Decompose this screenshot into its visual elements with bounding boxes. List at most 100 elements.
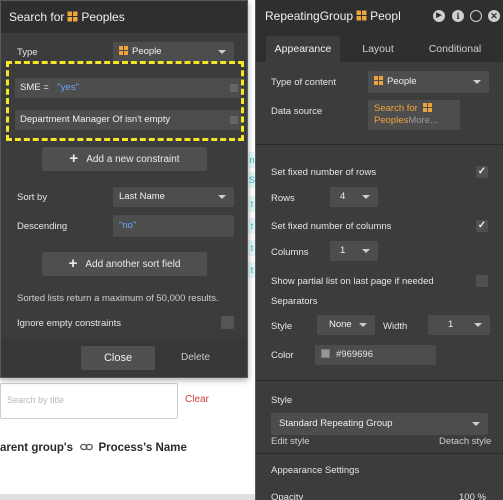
caret-down-icon bbox=[218, 195, 226, 199]
partial-list-label: Show partial list on last page if needed bbox=[271, 276, 434, 287]
partial-list-checkbox[interactable] bbox=[476, 275, 488, 287]
clear-link[interactable]: Clear bbox=[185, 394, 209, 405]
tab-appearance[interactable]: Appearance bbox=[266, 36, 340, 62]
search-constraints-panel: Search for Peoples Type People SME = "yes… bbox=[0, 0, 248, 378]
type-label: Type bbox=[17, 47, 38, 58]
title-prefix: RepeatingGroup bbox=[265, 9, 354, 23]
panel-header[interactable]: Search for Peoples bbox=[1, 1, 247, 33]
canvas-bottom-bar bbox=[0, 494, 255, 500]
columns-dropdown[interactable]: 1 bbox=[330, 241, 378, 261]
separator-style-label: Style bbox=[271, 321, 293, 332]
detach-style-link[interactable]: Detach style bbox=[439, 436, 491, 447]
fixed-rows-checkbox[interactable]: ✓ bbox=[476, 166, 488, 178]
sort-by-label: Sort by bbox=[17, 192, 48, 203]
data-source-expression[interactable]: Search for PeoplesMore... bbox=[368, 100, 460, 130]
style-select-value: Standard Repeating Group bbox=[279, 418, 393, 429]
comment-icon[interactable] bbox=[470, 10, 482, 22]
descending-label: Descending bbox=[17, 221, 68, 232]
highlight-annotation bbox=[6, 61, 244, 141]
property-editor-panel: RepeatingGroup Peopl ▶ i ✕ Appearance Lay… bbox=[255, 0, 503, 500]
rows-label: Rows bbox=[271, 193, 295, 204]
width-label: Width bbox=[383, 321, 408, 332]
edit-style-link[interactable]: Edit style bbox=[271, 436, 310, 447]
opacity-value[interactable]: 100 % bbox=[459, 492, 486, 500]
fixed-cols-label: Set fixed number of columns bbox=[271, 221, 392, 232]
plus-icon: + bbox=[69, 150, 79, 167]
type-of-content-value: People bbox=[387, 76, 417, 87]
width-value: 1 bbox=[448, 319, 454, 330]
plus-icon: + bbox=[68, 255, 78, 272]
type-value: People bbox=[132, 46, 162, 57]
appearance-settings-label: Appearance Settings bbox=[271, 465, 360, 476]
checkmark-icon: ✓ bbox=[477, 220, 487, 231]
close-button[interactable]: Close bbox=[81, 346, 155, 370]
add-sort-field-button[interactable]: + Add another sort field bbox=[42, 252, 207, 276]
columns-label: Columns bbox=[271, 247, 309, 258]
caret-down-icon bbox=[474, 323, 482, 327]
close-icon[interactable]: ✕ bbox=[488, 10, 500, 22]
sort-by-value: Last Name bbox=[119, 191, 165, 202]
caret-down-icon bbox=[472, 422, 480, 426]
width-dropdown[interactable]: 1 bbox=[428, 315, 490, 335]
title-prefix: Search for bbox=[9, 10, 65, 24]
checkmark-icon: ✓ bbox=[477, 166, 487, 177]
panel-title: RepeatingGroup Peopl bbox=[265, 9, 401, 23]
rows-value: 4 bbox=[340, 191, 346, 202]
ignore-empty-checkbox[interactable] bbox=[221, 316, 234, 329]
add-constraint-label: Add a new constraint bbox=[86, 154, 180, 165]
title-type: Peopl bbox=[370, 9, 401, 23]
data-source-line2: Peoples bbox=[374, 115, 409, 126]
search-placeholder: Search by title bbox=[7, 395, 65, 405]
section-divider bbox=[256, 453, 503, 454]
section-divider bbox=[256, 380, 503, 381]
canvas-group-label: arent group's Process's Name bbox=[0, 442, 187, 454]
link-icon bbox=[80, 443, 94, 451]
add-sort-label: Add another sort field bbox=[85, 259, 181, 270]
info-icon[interactable]: i bbox=[452, 10, 464, 22]
more-link[interactable]: More... bbox=[408, 115, 438, 126]
type-of-content-label: Type of content bbox=[271, 77, 336, 88]
section-divider bbox=[256, 144, 503, 145]
caret-down-icon bbox=[218, 50, 226, 54]
canvas-search-input[interactable]: Search by title bbox=[0, 383, 178, 419]
tab-layout[interactable]: Layout bbox=[348, 36, 408, 62]
people-hexagon-icon bbox=[423, 103, 433, 112]
panel-title: Search for Peoples bbox=[9, 10, 125, 24]
style-dropdown[interactable]: Standard Repeating Group bbox=[271, 413, 488, 435]
ignore-empty-label: Ignore empty constraints bbox=[17, 318, 122, 329]
opacity-label: Opacity bbox=[271, 492, 304, 500]
caret-down-icon bbox=[362, 249, 370, 253]
panel-header[interactable]: RepeatingGroup Peopl ▶ i ✕ bbox=[256, 0, 503, 32]
people-hexagon-icon bbox=[119, 46, 128, 55]
sort-limit-note: Sorted lists return a maximum of 50,000 … bbox=[17, 293, 219, 304]
people-hexagon-icon bbox=[374, 76, 383, 85]
fixed-cols-checkbox[interactable]: ✓ bbox=[476, 220, 488, 232]
caret-down-icon bbox=[473, 80, 481, 84]
type-of-content-dropdown[interactable]: People bbox=[368, 71, 489, 93]
descending-input[interactable]: "no" bbox=[113, 215, 234, 237]
color-swatch[interactable] bbox=[321, 349, 330, 358]
separator-color-input[interactable]: #969696 bbox=[315, 345, 436, 365]
style-section-label: Style bbox=[271, 395, 293, 406]
data-source-line1: Search for bbox=[374, 103, 418, 114]
add-constraint-button[interactable]: + Add a new constraint bbox=[42, 147, 207, 171]
title-type: Peoples bbox=[81, 10, 125, 24]
play-icon[interactable]: ▶ bbox=[433, 10, 445, 22]
tab-conditional[interactable]: Conditional bbox=[419, 36, 491, 62]
group-label-part1: arent group's bbox=[0, 442, 74, 454]
columns-value: 1 bbox=[340, 245, 346, 256]
color-value: #969696 bbox=[336, 349, 373, 360]
people-hexagon-icon bbox=[67, 11, 78, 22]
people-hexagon-icon bbox=[356, 10, 367, 21]
delete-button[interactable]: Delete bbox=[181, 352, 210, 363]
data-source-label: Data source bbox=[271, 106, 323, 117]
group-label-part2: Process's Name bbox=[98, 442, 187, 454]
separator-style-dropdown[interactable]: None bbox=[317, 315, 375, 335]
rows-dropdown[interactable]: 4 bbox=[330, 187, 378, 207]
caret-down-icon bbox=[359, 323, 367, 327]
separators-label: Separators bbox=[271, 296, 318, 307]
sort-by-dropdown[interactable]: Last Name bbox=[113, 187, 234, 207]
descending-value[interactable]: "no" bbox=[119, 220, 136, 231]
type-dropdown[interactable]: People bbox=[113, 42, 234, 62]
fixed-rows-label: Set fixed number of rows bbox=[271, 167, 377, 178]
